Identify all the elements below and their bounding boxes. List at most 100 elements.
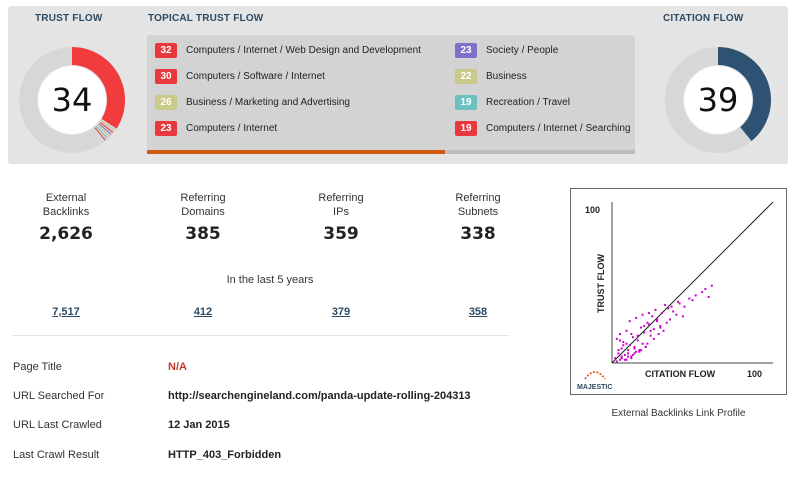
url-last-crawled-value: 12 Jan 2015 [168,419,230,431]
scatter-point [633,352,636,355]
scatter-point [631,336,634,339]
history-referring-domains-link[interactable]: 412 [163,306,243,318]
scatter-point [615,337,618,340]
metric-label: Domains [181,206,225,218]
topic-label: Business [486,70,527,82]
topic-score-badge: 23 [455,42,477,58]
page-title-label: Page Title [13,361,62,373]
scatter-point [662,329,665,332]
scatter-point [627,352,630,355]
topic-score-badge: 26 [155,94,177,110]
scatter-point [707,295,710,298]
scatter-point [688,297,691,300]
topic-label: Computers / Internet / Web Design and De… [186,44,421,56]
topic-score-badge: 23 [155,120,177,136]
scatter-point [681,315,684,318]
scatter-point [701,291,704,294]
topics-scrollbar[interactable] [147,150,635,154]
metric-value: 338 [460,224,496,244]
scatter-point [646,342,649,345]
scatter-point [648,312,651,315]
scatter-point [630,357,633,360]
topic-item[interactable]: 22 Business [455,68,527,84]
topical-trust-flow-list: 32 Computers / Internet / Web Design and… [147,35,635,153]
metric-label: Referring [318,192,364,204]
scatter-point [620,347,623,350]
topic-label: Computers / Internet / Searching [486,122,631,134]
scatter-point [648,323,651,326]
scatter-point [675,313,678,316]
last-crawl-result-value: HTTP_403_Forbidden [168,449,282,461]
scatter-point [639,349,642,352]
scatter-point [660,312,663,315]
page-title-value: N/A [168,361,187,373]
topic-item[interactable]: 32 Computers / Internet / Web Design and… [155,42,421,58]
topic-label: Business / Marketing and Advertising [186,96,350,108]
scatter-point [652,328,655,331]
topic-item[interactable]: 19 Recreation / Travel [455,94,570,110]
topic-label: Society / People [486,44,559,56]
scatter-point [619,339,622,342]
topic-label: Recreation / Travel [486,96,570,108]
metric-label: Subnets [457,206,499,218]
majestic-logo: MAJESTIC [577,371,612,391]
scatter-point [672,310,675,313]
topic-score-badge: 19 [455,94,477,110]
diagonal-line [611,201,774,364]
history-external-backlinks-link[interactable]: 7,517 [26,306,106,318]
scatter-point [614,357,617,360]
topic-item[interactable]: 19 Computers / Internet / Searching [455,120,631,136]
y-axis-title: TRUST FLOW [596,254,606,313]
scatter-point [622,344,625,347]
trust-flow-gauge: 34 [18,46,126,154]
scatter-point [667,307,670,310]
metric-referring-ips: Referring IPs 359 [286,191,396,244]
topics-scrollbar-thumb[interactable] [147,150,445,154]
scatter-point [620,357,623,360]
scatter-point [625,329,628,332]
metric-label: IPs [333,206,349,218]
link-profile-chart-svg: 100 TRUST FLOW CITATION FLOW 100 MAJESTI… [577,201,774,391]
metric-referring-subnets: Referring Subnets 338 [423,191,533,244]
history-referring-subnets-link[interactable]: 358 [438,306,518,318]
topic-item[interactable]: 23 Computers / Internet [155,120,277,136]
scatter-point [649,334,652,337]
scatter-point [639,326,642,329]
scatter-point [635,316,638,319]
last-crawl-result-label: Last Crawl Result [13,449,100,461]
url-searched-value: http://searchengineland.com/panda-update… [168,390,471,402]
trust-flow-value: 34 [51,81,93,119]
scatter-point [651,315,654,318]
metric-value: 359 [323,224,359,244]
scatter-point [633,347,636,350]
citation-flow-gauge: 39 [664,46,772,154]
topic-item[interactable]: 23 Society / People [455,42,558,58]
majestic-logo-arc [584,371,606,380]
scatter-point [636,334,639,337]
topic-label: Computers / Software / Internet [186,70,325,82]
chart-caption: External Backlinks Link Profile [611,408,746,419]
history-period-label: In the last 5 years [226,274,314,286]
history-referring-ips-link[interactable]: 379 [301,306,381,318]
topic-item[interactable]: 30 Computers / Software / Internet [155,68,325,84]
topic-item[interactable]: 26 Business / Marketing and Advertising [155,94,350,110]
scatter-point [623,353,626,356]
scatter-point [678,302,681,305]
scatter-point [665,321,668,324]
scatter-point [628,320,631,323]
url-searched-label: URL Searched For [13,390,105,402]
scatter-point [643,324,646,327]
metric-value: 385 [185,224,221,244]
scatter-point [625,342,628,345]
metric-external-backlinks: External Backlinks 2,626 [11,191,121,244]
scatter-point [643,331,646,334]
topic-score-badge: 30 [155,68,177,84]
scatter-point [625,358,628,361]
topic-score-badge: 32 [155,42,177,58]
scatter-point [615,360,618,363]
scatter-point [683,305,686,308]
majestic-logo-text: MAJESTIC [577,384,612,391]
metric-referring-domains: Referring Domains 385 [148,191,258,244]
scatter-point [622,341,625,344]
topic-score-badge: 19 [455,120,477,136]
